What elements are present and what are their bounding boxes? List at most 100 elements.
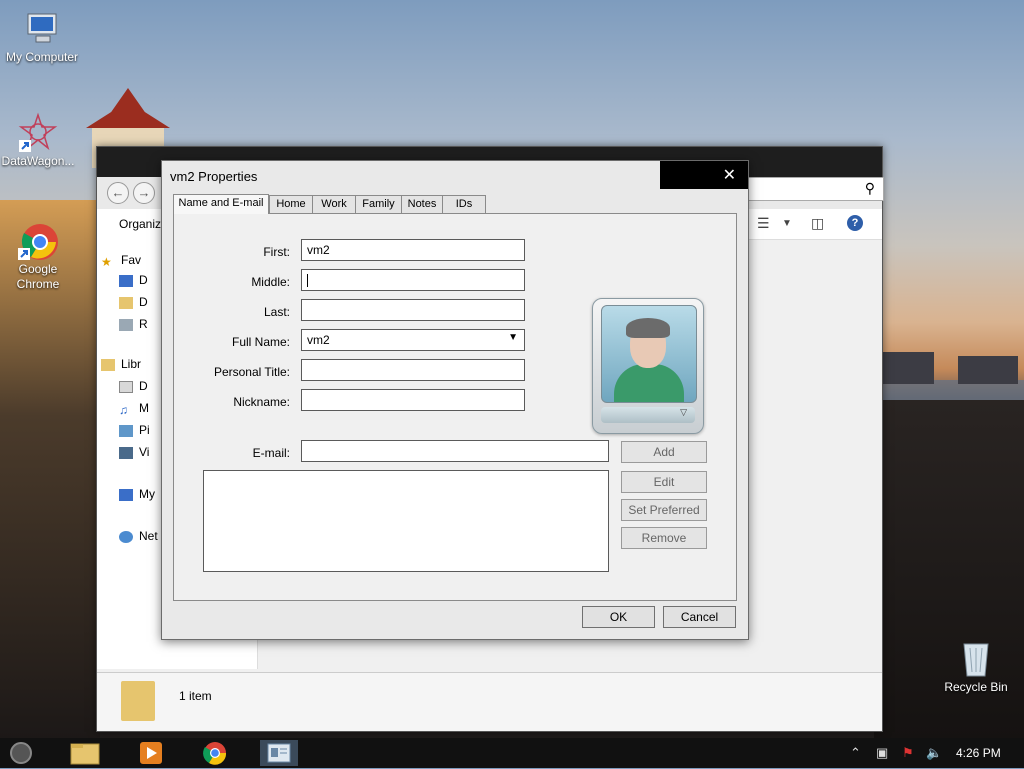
volume-icon[interactable]: 🔈 xyxy=(926,745,942,761)
chrome-icon xyxy=(203,742,227,765)
desktop-icon-label: Recycle Bin xyxy=(944,680,1008,694)
explorer-status-bar: 1 item xyxy=(97,672,882,731)
sidebar-item-favorites[interactable]: ★ Fav xyxy=(101,253,141,269)
taskbar: ⌃ ▣ ⚑ 🔈 4:26 PM xyxy=(0,738,1024,768)
photo-options-bar[interactable]: ▽ xyxy=(601,407,695,423)
remove-button[interactable]: Remove xyxy=(621,527,707,549)
sidebar-item-pictures[interactable]: Pi xyxy=(119,423,150,437)
email-field[interactable] xyxy=(301,440,609,462)
wallpaper-island xyxy=(958,356,1018,384)
personal-title-field[interactable] xyxy=(301,359,525,381)
properties-dialog: vm2 Properties ✕ Name and E-mail Home Wo… xyxy=(161,160,749,640)
desktop-icon-label: My Computer xyxy=(5,50,79,64)
chevron-down-icon: ▽ xyxy=(680,407,687,417)
first-name-field[interactable]: vm2 xyxy=(301,239,525,261)
view-options-icon[interactable]: ☰ xyxy=(757,215,770,232)
music-icon: ♫ xyxy=(119,402,128,417)
nickname-field[interactable] xyxy=(301,389,525,411)
desktop-icon-label: DataWagon... xyxy=(1,154,75,168)
sidebar-item-network[interactable]: Net xyxy=(119,529,158,543)
network-icon[interactable]: ▣ xyxy=(876,745,888,761)
add-button[interactable]: Add xyxy=(621,441,707,463)
middle-label: Middle: xyxy=(251,275,290,289)
full-name-value: vm2 xyxy=(307,333,330,347)
videos-icon xyxy=(119,446,133,459)
computer-icon xyxy=(119,488,133,501)
tab-ids[interactable]: IDs xyxy=(442,195,486,213)
sidebar-item-desktop[interactable]: D xyxy=(119,273,148,287)
sidebar-item-recent[interactable]: R xyxy=(119,317,148,331)
email-list[interactable] xyxy=(203,470,609,572)
set-preferred-button[interactable]: Set Preferred xyxy=(621,499,707,521)
first-label: First: xyxy=(263,245,290,259)
desktop-icon-my-computer[interactable]: My Computer xyxy=(0,8,84,65)
tab-notes[interactable]: Notes xyxy=(401,195,443,213)
sidebar-item-downloads[interactable]: D xyxy=(119,295,148,309)
desktop-icon-label: Google Chrome xyxy=(16,262,60,291)
preview-pane-icon[interactable]: ◫ xyxy=(811,215,824,232)
nickname-label: Nickname: xyxy=(233,395,290,409)
organize-button[interactable]: Organiz xyxy=(119,217,161,231)
media-player-icon xyxy=(140,742,162,764)
person-silhouette-icon xyxy=(601,305,697,403)
tab-home[interactable]: Home xyxy=(269,195,313,213)
taskbar-chrome[interactable] xyxy=(196,740,234,766)
full-name-dropdown[interactable]: vm2 ▼ xyxy=(301,329,525,351)
dialog-title: vm2 Properties xyxy=(170,169,258,184)
tab-work[interactable]: Work xyxy=(312,195,356,213)
wallpaper-island xyxy=(874,352,934,384)
forward-arrow-icon[interactable]: → xyxy=(133,182,155,204)
star-icon: ★ xyxy=(101,254,112,269)
desktop-icon-google-chrome[interactable]: Google Chrome xyxy=(0,220,80,292)
middle-name-field[interactable] xyxy=(301,269,525,291)
close-icon: ✕ xyxy=(722,167,736,184)
desktop-icon-datawagon[interactable]: DataWagon... xyxy=(0,112,80,169)
action-center-flag-icon[interactable]: ⚑ xyxy=(902,745,914,761)
desktop-icon xyxy=(119,274,133,287)
last-name-field[interactable] xyxy=(301,299,525,321)
recent-places-icon xyxy=(119,318,133,331)
clock[interactable]: 4:26 PM xyxy=(956,746,1001,760)
sidebar-item-music[interactable]: ♫ M xyxy=(119,401,149,417)
documents-icon xyxy=(119,380,133,393)
folder-icon xyxy=(70,743,100,765)
libraries-icon xyxy=(101,358,115,371)
taskbar-media-player[interactable] xyxy=(132,740,170,766)
text-cursor xyxy=(307,274,308,288)
recycle-bin-icon xyxy=(956,638,996,678)
tab-family[interactable]: Family xyxy=(355,195,402,213)
tab-name-and-email[interactable]: Name and E-mail xyxy=(173,194,269,214)
desktop-icon-recycle-bin[interactable]: Recycle Bin xyxy=(934,638,1018,695)
show-hidden-icons-icon[interactable]: ⌃ xyxy=(850,745,861,761)
taskbar-contacts[interactable] xyxy=(260,740,298,766)
network-icon xyxy=(119,530,133,543)
item-count: 1 item xyxy=(179,689,212,703)
last-label: Last: xyxy=(263,305,290,319)
close-button[interactable]: ✕ xyxy=(660,161,748,189)
search-icon: ⚲ xyxy=(864,180,875,196)
computer-icon xyxy=(22,8,62,48)
full-name-label: Full Name: xyxy=(231,335,290,349)
sidebar-item-documents[interactable]: D xyxy=(119,379,148,393)
taskbar-file-explorer[interactable] xyxy=(66,740,104,766)
start-button[interactable] xyxy=(10,742,32,764)
downloads-icon xyxy=(119,296,133,309)
chevron-down-icon[interactable]: ▼ xyxy=(782,218,792,229)
pictures-icon xyxy=(119,424,133,437)
email-label: E-mail: xyxy=(252,446,290,460)
chevron-down-icon: ▼ xyxy=(508,332,518,343)
search-box[interactable]: ⚲ xyxy=(747,177,884,201)
edit-button[interactable]: Edit xyxy=(621,471,707,493)
contacts-folder-icon xyxy=(121,681,155,721)
datawagon-icon xyxy=(18,112,58,152)
chrome-icon xyxy=(18,220,58,260)
sidebar-item-videos[interactable]: Vi xyxy=(119,445,149,459)
contact-photo[interactable]: ▽ xyxy=(592,298,704,434)
back-arrow-icon[interactable]: ← xyxy=(107,182,129,204)
sidebar-item-computer[interactable]: My xyxy=(119,487,155,501)
help-icon[interactable]: ? xyxy=(847,215,863,231)
ok-button[interactable]: OK xyxy=(582,606,655,628)
personal-title-label: Personal Title: xyxy=(213,365,290,379)
cancel-button[interactable]: Cancel xyxy=(663,606,736,628)
sidebar-item-libraries[interactable]: Libr xyxy=(101,357,141,371)
